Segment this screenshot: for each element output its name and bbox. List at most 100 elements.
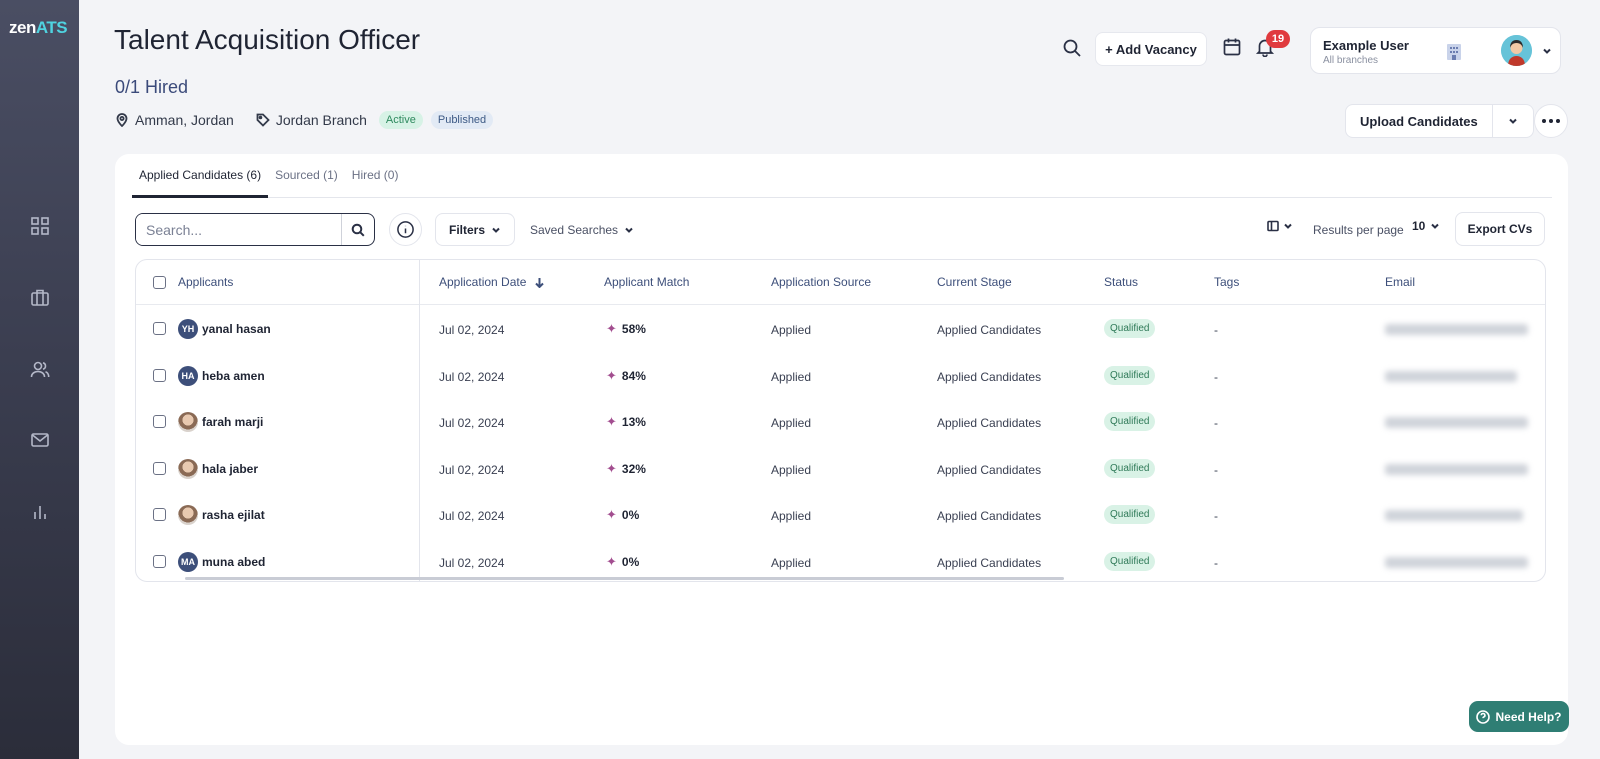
chevron-down-icon: [1509, 118, 1517, 124]
match-value: 0%: [621, 554, 640, 569]
table-row[interactable]: farah marji Jul 02, 2024 ✦ 13% Applied A…: [136, 399, 1545, 445]
applicant-name-link[interactable]: hala jaber: [178, 458, 258, 479]
hired-count: 0/1 Hired: [115, 77, 189, 97]
users-icon[interactable]: [27, 356, 53, 382]
applicant-name-link[interactable]: YH yanal hasan: [178, 319, 271, 339]
table-row[interactable]: YH yanal hasan Jul 02, 2024 ✦ 58% Applie…: [136, 306, 1545, 352]
column-header-current-stage[interactable]: Current Stage: [937, 275, 1012, 289]
page-title: Talent Acquisition Officer: [114, 24, 421, 55]
logo-text-zen: zen: [9, 18, 36, 37]
column-header-application-date[interactable]: Application Date: [439, 275, 545, 289]
user-menu[interactable]: Example User All branches: [1310, 27, 1561, 74]
application-source: Applied: [771, 416, 812, 430]
row-checkbox[interactable]: [153, 368, 166, 382]
column-header-tags[interactable]: Tags: [1214, 275, 1239, 289]
applicant-match: ✦ 84%: [606, 368, 646, 384]
applicant-name-link[interactable]: MA muna abed: [178, 551, 266, 572]
bar-chart-icon[interactable]: [27, 499, 53, 525]
table-row[interactable]: HA heba amen Jul 02, 2024 ✦ 84% Applied …: [136, 353, 1545, 399]
status-badge: Qualified: [1104, 412, 1156, 431]
applicant-avatar: HA: [178, 365, 198, 386]
sidebar: zenATS: [0, 0, 79, 759]
upload-candidates-group: Upload Candidates: [1345, 104, 1534, 138]
applicant-avatar: MA: [178, 551, 198, 572]
more-options-button[interactable]: [1534, 104, 1568, 138]
application-source: Applied: [771, 369, 812, 384]
tags-value: -: [1214, 462, 1218, 477]
candidates-table: Applicants Application Date Applicant Ma…: [135, 259, 1546, 582]
status-badge: Qualified: [1104, 505, 1156, 524]
export-cvs-button[interactable]: Export CVs: [1455, 212, 1545, 246]
search-submit-button[interactable]: [341, 214, 374, 245]
dashboard-grid-icon[interactable]: [27, 213, 53, 239]
application-date: Jul 02, 2024: [439, 509, 505, 523]
applicant-match: ✦ 13%: [606, 414, 646, 430]
calendar-icon[interactable]: [1222, 37, 1244, 59]
app-logo[interactable]: zenATS: [9, 18, 68, 38]
current-stage: Applied Candidates: [937, 509, 1042, 523]
upload-options-dropdown[interactable]: [1492, 104, 1534, 138]
column-header-status[interactable]: Status: [1104, 275, 1138, 289]
applicant-name: muna abed: [202, 554, 266, 569]
row-checkbox[interactable]: [153, 508, 166, 521]
global-search-icon[interactable]: [1062, 38, 1084, 60]
row-checkbox[interactable]: [153, 322, 166, 335]
match-sparkle-icon: ✦: [606, 367, 617, 383]
tab-applied-candidates[interactable]: Applied Candidates (6): [132, 154, 269, 198]
horizontal-scrollbar[interactable]: [185, 577, 1064, 580]
match-value: 58%: [621, 322, 646, 336]
applicant-avatar: [178, 505, 198, 525]
row-checkbox[interactable]: [153, 415, 166, 428]
column-layout-toggle[interactable]: [1267, 220, 1293, 232]
column-header-application-source[interactable]: Application Source: [771, 275, 871, 289]
need-help-label: Need Help?: [1495, 709, 1562, 724]
column-header-applicant-match[interactable]: Applicant Match: [604, 275, 689, 289]
info-button[interactable]: [389, 213, 422, 246]
tags-value: -: [1214, 323, 1218, 337]
applicant-avatar: [178, 412, 198, 432]
column-header-email[interactable]: Email: [1385, 275, 1415, 289]
mail-icon[interactable]: [27, 427, 53, 453]
table-row[interactable]: hala jaber Jul 02, 2024 ✦ 32% Applied Ap…: [136, 446, 1545, 492]
row-checkbox[interactable]: [153, 461, 166, 475]
notification-count-badge: 19: [1266, 30, 1290, 48]
more-dot-icon: [1556, 119, 1560, 123]
saved-searches-label: Saved Searches: [530, 222, 619, 237]
upload-candidates-button[interactable]: Upload Candidates: [1345, 104, 1493, 138]
match-sparkle-icon: ✦: [606, 553, 617, 569]
tags-value: -: [1214, 509, 1218, 523]
row-checkbox[interactable]: [153, 554, 166, 568]
applicant-name-link[interactable]: HA heba amen: [178, 365, 265, 386]
results-per-page-select[interactable]: 10: [1412, 219, 1440, 233]
current-stage: Applied Candidates: [937, 416, 1042, 430]
applicant-match: ✦ 0%: [606, 507, 639, 523]
application-source: Applied: [771, 323, 812, 337]
current-stage: Applied Candidates: [937, 555, 1042, 570]
applicant-avatar: [178, 458, 198, 479]
match-sparkle-icon: ✦: [606, 321, 617, 336]
status-badge-published: Published: [430, 111, 494, 129]
status-badge: Qualified: [1104, 319, 1156, 338]
saved-searches-dropdown[interactable]: Saved Searches: [530, 213, 634, 246]
applicant-name-link[interactable]: rasha ejilat: [178, 505, 265, 525]
table-row[interactable]: MA muna abed Jul 02, 2024 ✦ 0% Applied A…: [136, 539, 1545, 582]
columns-icon: [1267, 220, 1279, 232]
user-branch: All branches: [1323, 55, 1379, 66]
application-date: Jul 02, 2024: [439, 323, 505, 337]
location-pin-icon: [116, 113, 128, 127]
tag-icon: [256, 113, 270, 127]
need-help-button[interactable]: Need Help?: [1469, 701, 1569, 732]
match-value: 0%: [621, 508, 640, 522]
search-input[interactable]: [136, 214, 341, 245]
tab-sourced[interactable]: Sourced (1): [268, 154, 345, 198]
applicant-name-link[interactable]: farah marji: [178, 412, 263, 432]
vacancy-meta: Amman, Jordan Jordan Branch Active Publi…: [115, 111, 494, 129]
table-row[interactable]: rasha ejilat Jul 02, 2024 ✦ 0% Applied A…: [136, 492, 1545, 538]
filters-button[interactable]: Filters: [435, 213, 515, 246]
logo-text-ats: ATS: [35, 18, 68, 37]
tab-hired[interactable]: Hired (0): [345, 154, 406, 198]
briefcase-icon[interactable]: [27, 284, 53, 310]
select-all-checkbox[interactable]: [153, 276, 166, 289]
add-vacancy-button[interactable]: + Add Vacancy: [1095, 32, 1207, 66]
column-header-applicants[interactable]: Applicants: [178, 275, 233, 289]
